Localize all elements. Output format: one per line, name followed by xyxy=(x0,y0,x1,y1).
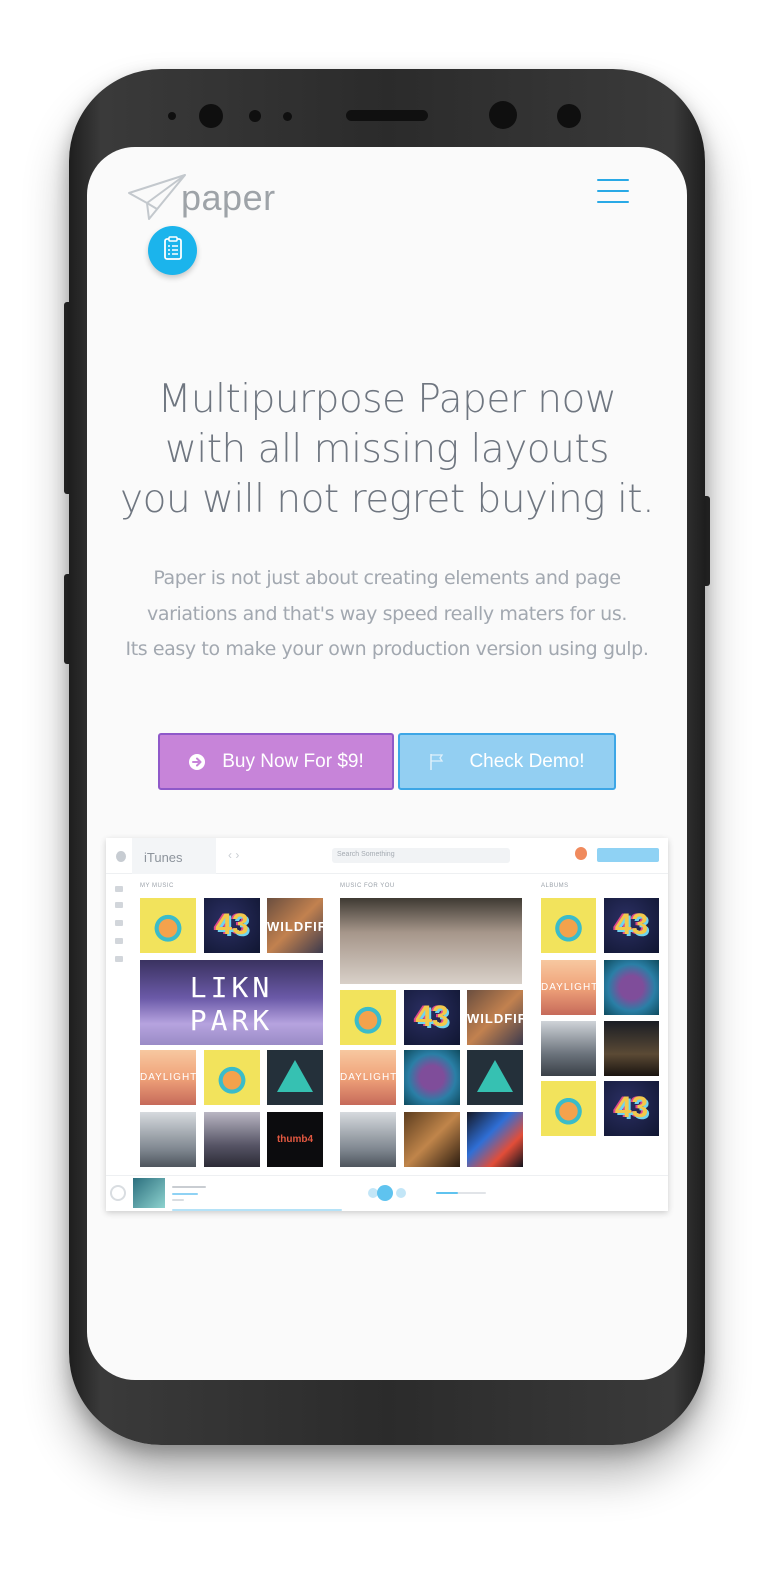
arrow-circle-right-icon xyxy=(188,753,206,771)
buy-now-label: Buy Now For $9! xyxy=(222,750,364,772)
sensor-dot xyxy=(283,112,292,121)
album-cover xyxy=(204,1050,260,1105)
album-cover xyxy=(604,960,659,1015)
album-cover xyxy=(404,1112,460,1167)
paper-plane-icon xyxy=(127,173,187,228)
album-cover xyxy=(604,898,659,953)
disc-icon xyxy=(110,1185,126,1201)
album-cover xyxy=(541,1021,596,1076)
sensor-dot xyxy=(168,112,176,120)
track-meta-line xyxy=(172,1199,184,1201)
album-cover xyxy=(204,898,260,953)
album-cover xyxy=(604,1081,659,1136)
album-cover xyxy=(140,960,323,1045)
album-cover xyxy=(604,1021,659,1076)
track-artist-line xyxy=(172,1193,198,1195)
progress-track xyxy=(172,1209,342,1211)
album-cover xyxy=(340,898,522,984)
subtext-line: variations and that's way speed really m… xyxy=(147,602,627,625)
album-cover xyxy=(140,1112,196,1167)
sensor-dot xyxy=(557,104,581,128)
star-icon xyxy=(115,956,123,962)
album-cover xyxy=(340,1050,396,1105)
album-cover xyxy=(467,990,523,1045)
play-icon xyxy=(377,1185,393,1201)
now-playing-cover xyxy=(133,1178,165,1208)
album-cover xyxy=(267,898,323,953)
hero-headline: Multipurpose Paper now with all missing … xyxy=(87,375,687,525)
next-icon xyxy=(396,1188,406,1198)
section-label: MUSIC FOR YOU xyxy=(340,883,395,889)
front-camera xyxy=(199,104,223,128)
buy-now-button[interactable]: Buy Now For $9! xyxy=(158,733,394,790)
album-cover xyxy=(404,1050,460,1105)
hamburger-menu-button[interactable] xyxy=(597,179,629,203)
flag-icon xyxy=(429,753,445,771)
album-cover xyxy=(204,1112,260,1167)
hamburger-icon-line xyxy=(597,190,629,192)
earpiece-speaker xyxy=(346,110,428,121)
album-cover xyxy=(140,898,196,953)
subtext-line: Paper is not just about creating element… xyxy=(153,567,621,589)
preview-toolbar: iTunes ‹ › Search Something xyxy=(106,838,668,874)
apple-icon xyxy=(116,851,126,862)
music-icon xyxy=(115,886,123,892)
preview-tab: iTunes xyxy=(132,838,216,874)
clipboard-fab-button[interactable] xyxy=(148,226,197,275)
album-cover xyxy=(541,960,596,1015)
check-demo-button[interactable]: Check Demo! xyxy=(398,733,616,790)
volume-fill xyxy=(436,1192,458,1194)
subtext-line: Its easy to make your own production ver… xyxy=(125,638,649,660)
hero-subtext: Paper is not just about creating element… xyxy=(87,561,687,668)
album-cover xyxy=(140,1050,196,1105)
hamburger-icon-line xyxy=(597,179,629,181)
section-label: MY MUSIC xyxy=(140,883,174,889)
avatar xyxy=(575,847,587,860)
album-cover xyxy=(467,1112,523,1167)
album-cover xyxy=(267,1050,323,1105)
logo-text: paper xyxy=(181,177,276,218)
preview-player-bar xyxy=(106,1175,668,1211)
app-preview-image: iTunes ‹ › Search Something MY MUSIC MUS… xyxy=(106,838,668,1211)
album-cover xyxy=(267,1112,323,1167)
hamburger-icon-line xyxy=(597,201,629,203)
radio-icon xyxy=(115,902,123,908)
list-icon xyxy=(115,920,123,926)
chevron-nav-icon: ‹ › xyxy=(228,848,240,862)
iris-scanner xyxy=(489,101,517,129)
phone-screen: paper Multipurpose Paper now with all mi… xyxy=(87,147,687,1380)
album-cover xyxy=(467,1050,523,1105)
preview-cta xyxy=(597,848,659,862)
paper-logo[interactable]: paper xyxy=(127,173,276,228)
clipboard-list-icon xyxy=(163,236,183,265)
headline-line: with all missing layouts xyxy=(165,427,609,472)
sensor-dot xyxy=(249,110,261,122)
check-demo-label: Check Demo! xyxy=(469,750,585,772)
album-cover xyxy=(541,1081,596,1136)
headline-line: Multipurpose Paper now xyxy=(157,377,617,422)
album-cover xyxy=(340,1112,396,1167)
video-icon xyxy=(115,938,123,944)
preview-search: Search Something xyxy=(332,848,510,863)
headline-line: you will not regret buying it. xyxy=(120,477,655,522)
preview-sidebar xyxy=(106,874,132,1174)
album-cover xyxy=(340,990,396,1045)
album-cover xyxy=(541,898,596,953)
album-cover xyxy=(404,990,460,1045)
section-label: ALBUMS xyxy=(541,883,569,889)
track-title-line xyxy=(172,1186,206,1188)
